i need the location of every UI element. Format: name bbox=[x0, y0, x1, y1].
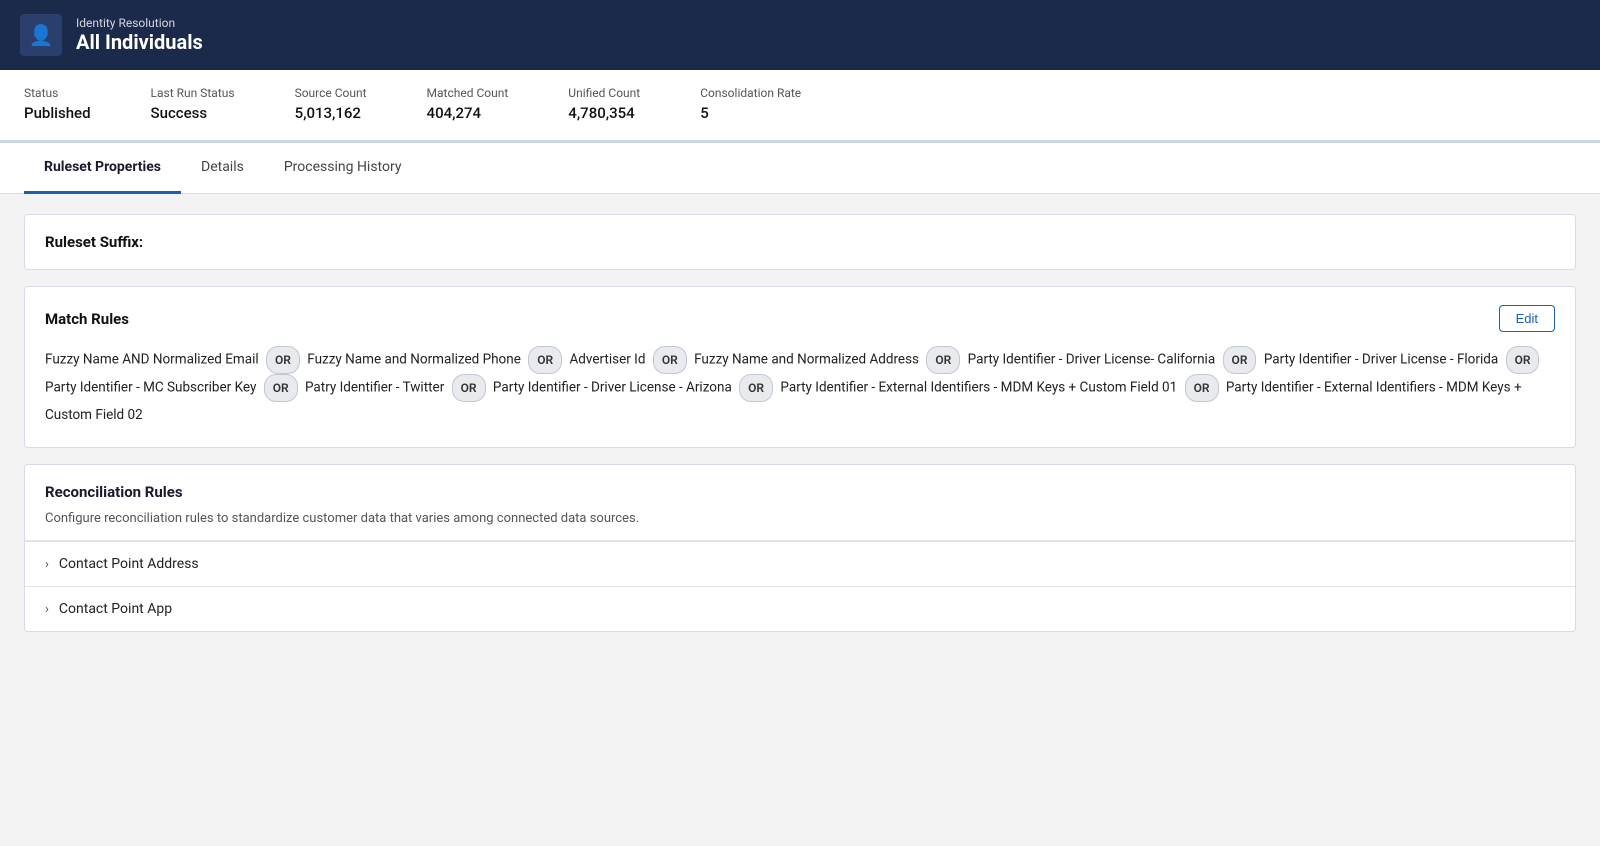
last-run-label: Last Run Status bbox=[151, 86, 235, 100]
or-badge-9: OR bbox=[739, 374, 773, 402]
chevron-right-icon: › bbox=[45, 557, 49, 572]
tab-details[interactable]: Details bbox=[181, 143, 264, 194]
edit-button[interactable]: Edit bbox=[1499, 305, 1555, 332]
stat-unified-count: Unified Count 4,780,354 bbox=[568, 86, 640, 122]
stat-last-run: Last Run Status Success bbox=[151, 86, 235, 122]
header-text-block: Identity Resolution All Individuals bbox=[76, 16, 203, 54]
tab-ruleset-properties[interactable]: Ruleset Properties bbox=[24, 143, 181, 194]
rule-1: Fuzzy Name AND Normalized Email bbox=[45, 352, 259, 368]
matched-count-value: 404,274 bbox=[427, 104, 509, 122]
match-rules-header: Match Rules Edit bbox=[45, 305, 1555, 332]
rule-6: Party Identifier - Driver License - Flor… bbox=[1264, 352, 1498, 368]
reconciliation-item-contact-point-address[interactable]: › Contact Point Address bbox=[25, 541, 1575, 586]
stat-status: Status Published bbox=[24, 86, 91, 122]
consolidation-rate-value: 5 bbox=[700, 104, 801, 122]
or-badge-10: OR bbox=[1185, 374, 1219, 402]
reconciliation-item-contact-point-app[interactable]: › Contact Point App bbox=[25, 586, 1575, 631]
source-count-value: 5,013,162 bbox=[295, 104, 367, 122]
unified-count-label: Unified Count bbox=[568, 86, 640, 100]
ruleset-suffix-title: Ruleset Suffix: bbox=[45, 233, 1555, 251]
or-badge-6: OR bbox=[1506, 346, 1540, 374]
status-value: Published bbox=[24, 104, 91, 122]
or-badge-8: OR bbox=[452, 374, 486, 402]
reconciliation-rules-card: Reconciliation Rules Configure reconcili… bbox=[24, 464, 1576, 632]
last-run-value: Success bbox=[151, 104, 235, 122]
matched-count-label: Matched Count bbox=[427, 86, 509, 100]
or-badge-7: OR bbox=[264, 374, 298, 402]
stat-consolidation-rate: Consolidation Rate 5 bbox=[700, 86, 801, 122]
match-rules-text: Fuzzy Name AND Normalized Email OR Fuzzy… bbox=[45, 346, 1555, 429]
ruleset-suffix-card: Ruleset Suffix: bbox=[24, 214, 1576, 270]
rule-3: Advertiser Id bbox=[570, 352, 646, 368]
rule-5: Party Identifier - Driver License- Calif… bbox=[968, 352, 1216, 368]
or-badge-3: OR bbox=[653, 346, 687, 374]
tabs-container: Ruleset Properties Details Processing Hi… bbox=[0, 143, 1600, 194]
chevron-right-icon-2: › bbox=[45, 602, 49, 617]
rule-2: Fuzzy Name and Normalized Phone bbox=[307, 352, 521, 368]
stat-source-count: Source Count 5,013,162 bbox=[295, 86, 367, 122]
or-badge-2: OR bbox=[528, 346, 562, 374]
or-badge-1: OR bbox=[266, 346, 300, 374]
reconciliation-rules-title: Reconciliation Rules bbox=[25, 465, 1575, 511]
consolidation-rate-label: Consolidation Rate bbox=[700, 86, 801, 100]
reconciliation-rules-desc: Configure reconciliation rules to standa… bbox=[25, 511, 1575, 540]
person-icon: 👤 bbox=[29, 23, 54, 47]
rule-10: Party Identifier - External Identifiers … bbox=[780, 380, 1177, 396]
stats-bar: Status Published Last Run Status Success… bbox=[0, 70, 1600, 143]
rule-9: Party Identifier - Driver License - Ariz… bbox=[493, 380, 732, 396]
main-content: Ruleset Suffix: Match Rules Edit Fuzzy N… bbox=[0, 194, 1600, 652]
app-header: 👤 Identity Resolution All Individuals bbox=[0, 0, 1600, 70]
rule-8: Patry Identifier - Twitter bbox=[305, 380, 444, 396]
or-badge-4: OR bbox=[926, 346, 960, 374]
app-name: Identity Resolution bbox=[76, 16, 203, 30]
source-count-label: Source Count bbox=[295, 86, 367, 100]
stat-matched-count: Matched Count 404,274 bbox=[427, 86, 509, 122]
app-icon: 👤 bbox=[20, 14, 62, 56]
match-rules-card: Match Rules Edit Fuzzy Name AND Normaliz… bbox=[24, 286, 1576, 448]
rule-4: Fuzzy Name and Normalized Address bbox=[694, 352, 919, 368]
contact-point-address-label: Contact Point Address bbox=[59, 556, 199, 572]
rule-7: Party Identifier - MC Subscriber Key bbox=[45, 380, 256, 396]
unified-count-value: 4,780,354 bbox=[568, 104, 640, 122]
page-title: All Individuals bbox=[76, 30, 203, 54]
tab-processing-history[interactable]: Processing History bbox=[264, 143, 422, 194]
status-label: Status bbox=[24, 86, 91, 100]
or-badge-5: OR bbox=[1223, 346, 1257, 374]
match-rules-title: Match Rules bbox=[45, 310, 129, 328]
contact-point-app-label: Contact Point App bbox=[59, 601, 172, 617]
